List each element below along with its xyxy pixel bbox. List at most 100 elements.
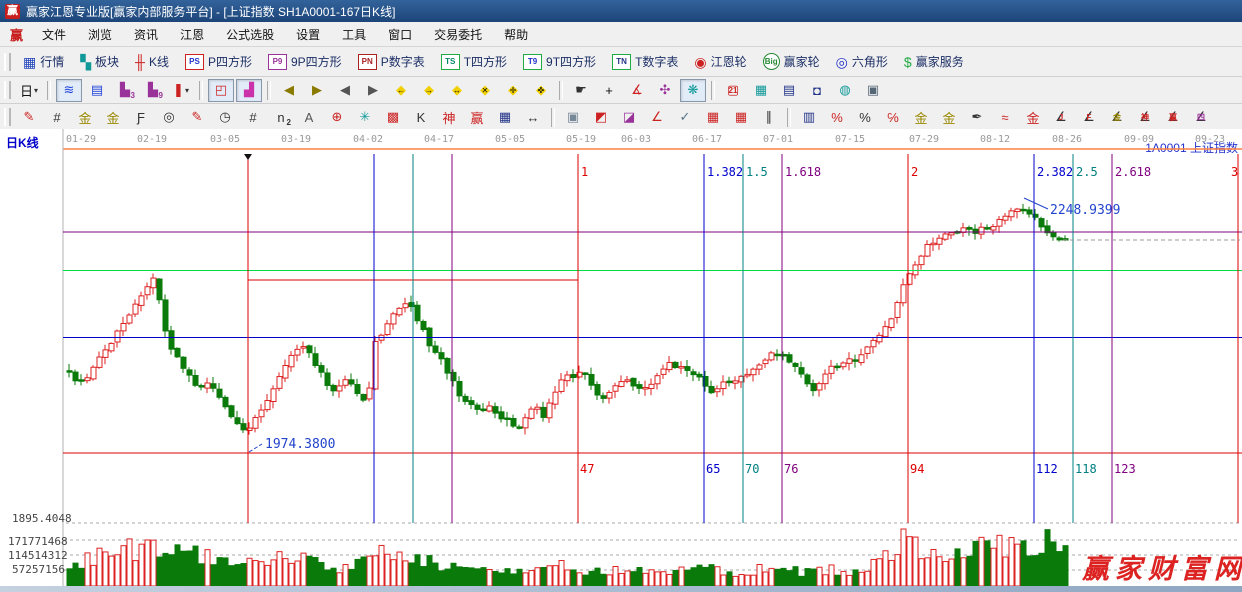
draw-knife-tool-icon[interactable]: ✎ — [16, 106, 42, 129]
notes-tool-icon[interactable]: ▤ — [776, 79, 802, 102]
percent-wave-tool-icon[interactable]: % — [824, 106, 850, 129]
toolbar-t-number-table-button[interactable]: TNT数字表 — [604, 50, 686, 73]
toolbar-9p-square-button[interactable]: P99P四方形 — [260, 50, 350, 73]
chart-area[interactable]: 日K线01-2902-1903-0503-1904-0204-1705-0505… — [0, 129, 1242, 592]
parallel-lines-tool-icon[interactable]: ∥ — [756, 106, 782, 129]
toolbar-p-square-button[interactable]: PSP四方形 — [177, 50, 260, 73]
p9-mini-chart-icon[interactable]: ▙9 — [140, 79, 166, 102]
toolbar-kline-button[interactable]: ╫K线 — [127, 50, 177, 73]
time-cycle-clock-icon[interactable]: ◷ — [212, 106, 238, 129]
prev-bar-button-icon[interactable]: ◀ — [332, 79, 358, 102]
toolbar-p-number-table-button[interactable]: PNP数字表 — [350, 50, 433, 73]
save-tool-icon[interactable]: ◘ — [804, 79, 830, 102]
menu-window[interactable]: 窗口 — [377, 22, 423, 46]
k-mark-tool-icon[interactable]: K — [408, 106, 434, 129]
toolbar-t-square-button[interactable]: TST四方形 — [433, 50, 515, 73]
menu-gann[interactable]: 江恩 — [169, 22, 215, 46]
toolbar-grabber[interactable] — [4, 53, 11, 71]
spiral-tool-icon[interactable]: ◎ — [156, 106, 182, 129]
last-bar-button-icon[interactable]: ▶ — [304, 79, 330, 102]
ruler-2-tool-icon[interactable]: # — [240, 106, 266, 129]
gold-gauge-1-icon[interactable]: 金 — [72, 106, 98, 129]
calculator-tool-icon[interactable]: ▦ — [748, 79, 774, 102]
red-grid-1-tool-icon[interactable]: ▦ — [700, 106, 726, 129]
wave-tool-icon[interactable]: ≈ — [992, 106, 1018, 129]
fan-box-red-tool-icon[interactable]: ◩ — [588, 106, 614, 129]
info-panel-tool-icon[interactable]: ▤ — [84, 79, 110, 102]
gann-shift-right-icon[interactable]: ◆→ — [416, 79, 442, 102]
gann-plus-tool-icon[interactable]: ◆✛ — [500, 79, 526, 102]
gold-line-tool-icon[interactable]: 金 — [936, 106, 962, 129]
web-square-tool-icon[interactable]: ▩ — [380, 106, 406, 129]
ying-grid-tool-icon[interactable]: 赢 — [464, 106, 490, 129]
crosshair-tool-icon[interactable]: + — [596, 79, 622, 102]
toolbar-grabber[interactable] — [4, 108, 11, 126]
gann-knot-tool-icon[interactable]: ✣ — [652, 79, 678, 102]
toolbar-grabber[interactable] — [4, 81, 11, 99]
percent-tool-icon[interactable]: % — [852, 106, 878, 129]
shen-grid-tool-icon[interactable]: 神 — [436, 106, 462, 129]
angle-j-tool-icon[interactable]: ∠J — [1048, 106, 1074, 129]
percent-line-tool-icon[interactable]: ℅ — [880, 106, 906, 129]
toolbar-winner-service-button[interactable]: $赢家服务 — [896, 50, 972, 73]
menu-browse[interactable]: 浏览 — [77, 22, 123, 46]
toolbar-winner-wheel-button[interactable]: Big赢家轮 — [755, 50, 828, 73]
menu-trade-order[interactable]: 交易委托 — [423, 22, 493, 46]
column-stats-tool-icon[interactable]: ▥ — [796, 106, 822, 129]
menu-news[interactable]: 资讯 — [123, 22, 169, 46]
first-bar-button-icon[interactable]: ◀ — [276, 79, 302, 102]
gann-ratio-label: 2.382 — [1037, 165, 1073, 179]
angle-shen-tool-icon[interactable]: ∠神 — [1132, 106, 1158, 129]
web-overlay-tool-icon[interactable]: ❋ — [680, 79, 706, 102]
menu-tools[interactable]: 工具 — [331, 22, 377, 46]
toolbar-gann-wheel-button[interactable]: ◉江恩轮 — [686, 50, 754, 73]
toolbar-hexagon-button[interactable]: ◎六角形 — [828, 50, 896, 73]
fan-box-purple-tool-icon[interactable]: ◪ — [616, 106, 642, 129]
region-map-tool-icon[interactable]: ◰ — [208, 79, 234, 102]
box-tool-icon[interactable]: ▣ — [560, 106, 586, 129]
export-web-tool-icon[interactable]: ◍ — [832, 79, 858, 102]
next-bar-button-icon[interactable]: ▶ — [360, 79, 386, 102]
system-tool-icon[interactable]: ▣ — [860, 79, 886, 102]
a-lines-tool-icon[interactable]: A — [296, 106, 322, 129]
calendar-tool-icon[interactable]: ▢21 — [720, 79, 746, 102]
angle-measure-tool-icon[interactable]: ∡ — [624, 79, 650, 102]
angle-gold-tool-icon[interactable]: ∠金 — [1104, 106, 1130, 129]
grid-123-tool-icon[interactable]: ▦ — [492, 106, 518, 129]
menu-formula-stock-pick[interactable]: 公式选股 — [215, 22, 285, 46]
hand-tool-icon[interactable]: ☛ — [568, 79, 594, 102]
ruler-grid-tool-icon[interactable]: # — [44, 106, 70, 129]
n-square-tool-icon[interactable]: n2 — [268, 106, 294, 129]
gold-circle-tool-icon[interactable]: 金 — [908, 106, 934, 129]
brush-tool-icon[interactable]: ✒ — [964, 106, 990, 129]
h-measure-tool-icon[interactable]: ↔ — [520, 106, 546, 129]
kline-chart[interactable]: 日K线01-2902-1903-0503-1904-0204-1705-0505… — [0, 129, 1242, 592]
angle-lines-tool-icon[interactable]: ∠ — [644, 106, 670, 129]
toolbar-sectors-button[interactable]: ▚板块 — [72, 50, 127, 73]
angle-ying-tool-icon[interactable]: ∠赢 — [1160, 106, 1186, 129]
toolbar-quotes-button[interactable]: ▦行情 — [15, 50, 72, 73]
check-tool-icon[interactable]: ✓ — [672, 106, 698, 129]
gann-cross-tool-icon[interactable]: ◆✕ — [472, 79, 498, 102]
red-knife-tool-icon[interactable]: ✎ — [184, 106, 210, 129]
histogram-tool-icon[interactable]: ▟ — [236, 79, 262, 102]
gold-gauge-2-icon[interactable]: 金 — [100, 106, 126, 129]
toolbar-9t-square-button[interactable]: T99T四方形 — [515, 50, 604, 73]
menu-help[interactable]: 帮助 — [493, 22, 539, 46]
trend-wave-tool-icon[interactable]: ≋ — [56, 79, 82, 102]
f-ruler-tool-icon[interactable]: Ƒ — [128, 106, 154, 129]
candle-style-selector-icon[interactable]: ❚▾ — [168, 79, 194, 102]
gold-red-tool-icon[interactable]: 金 — [1020, 106, 1046, 129]
angle-si-tool-icon[interactable]: ∠四 — [1188, 106, 1214, 129]
gann-compass-tool-icon[interactable]: ⊕ — [324, 106, 350, 129]
menu-settings[interactable]: 设置 — [285, 22, 331, 46]
gann-shift-left-icon[interactable]: ◆← — [388, 79, 414, 102]
menu-file[interactable]: 文件 — [31, 22, 77, 46]
red-grid-2-tool-icon[interactable]: ▦ — [728, 106, 754, 129]
p3-mini-chart-icon[interactable]: ▙3 — [112, 79, 138, 102]
gann-expand-h-icon[interactable]: ◆↔ — [444, 79, 470, 102]
gann-move-tool-icon[interactable]: ◆✜ — [528, 79, 554, 102]
period-selector-icon[interactable]: 日▾ — [16, 79, 42, 102]
angle-f-tool-icon[interactable]: ∠F — [1076, 106, 1102, 129]
star-web-tool-icon[interactable]: ✳ — [352, 106, 378, 129]
